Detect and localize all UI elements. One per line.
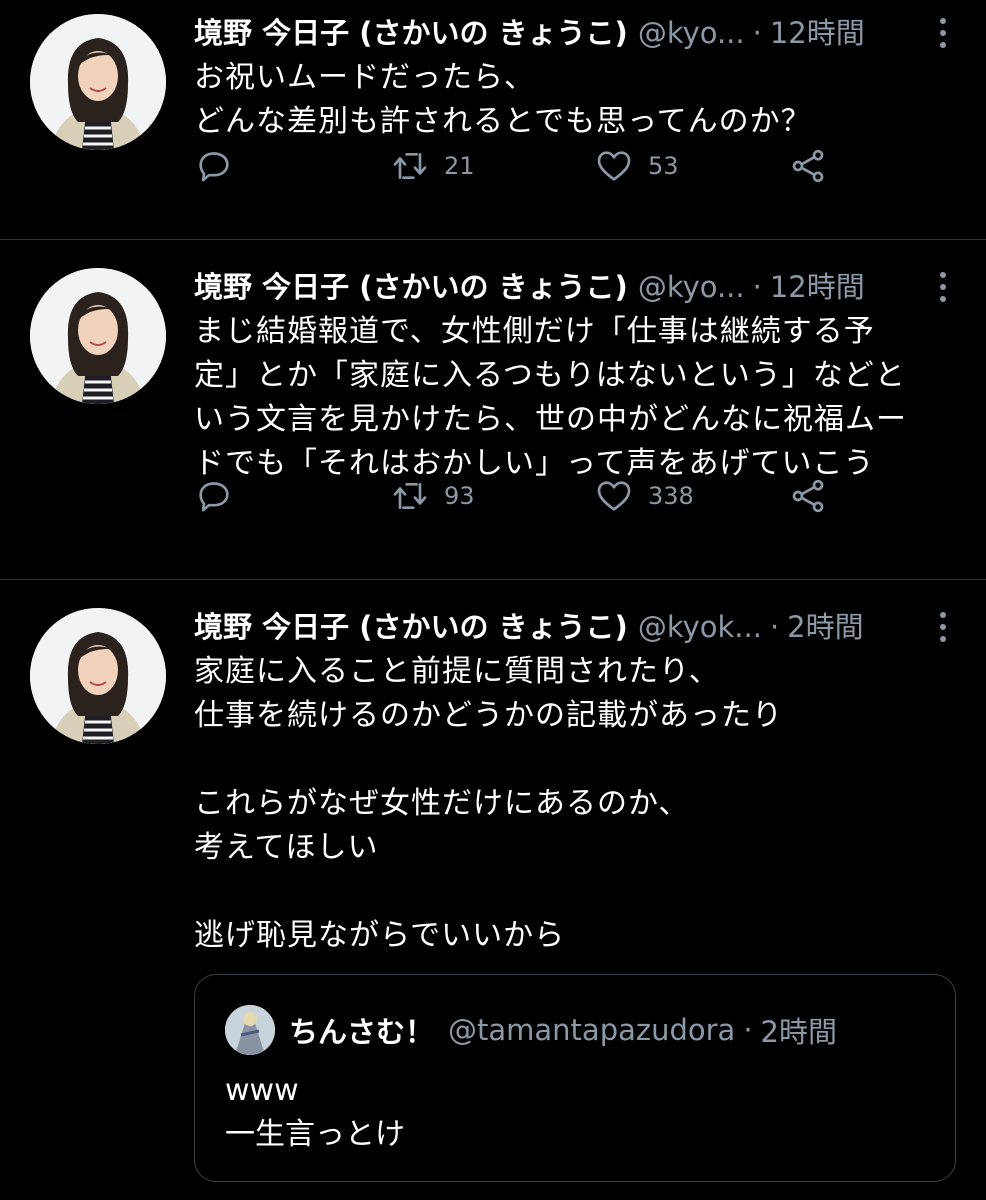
more-vertical-icon[interactable]: [938, 14, 948, 52]
avatar[interactable]: [30, 608, 166, 744]
retweet-count: 21: [444, 152, 475, 180]
timestamp[interactable]: 12時間: [770, 268, 865, 306]
author-name[interactable]: 境野 今日子 (さかいの きょうこ): [194, 268, 628, 306]
reply-button[interactable]: [194, 146, 234, 186]
quoted-author-name: ちんさむ！: [289, 1015, 435, 1049]
quoted-tweet[interactable]: ちんさむ！ @tamantapazudora · 2時間 www 一生言っとけ: [194, 974, 956, 1182]
separator: ·: [752, 16, 762, 50]
tweet-header: 境野 今日子 (さかいの きょうこ) @kyo... · 12時間: [194, 14, 986, 52]
like-button[interactable]: 53: [594, 146, 679, 186]
avatar[interactable]: [30, 268, 166, 404]
like-count: 338: [648, 482, 694, 510]
tweet[interactable]: 境野 今日子 (さかいの きょうこ) @kyo... · 12時間 まじ結婚報道…: [0, 240, 986, 580]
timestamp[interactable]: 2時間: [787, 608, 863, 646]
tweet[interactable]: 境野 今日子 (さかいの きょうこ) @kyo... · 12時間 お祝いムード…: [0, 0, 986, 240]
separator: ·: [752, 270, 762, 304]
timeline: 境野 今日子 (さかいの きょうこ) @kyo... · 12時間 お祝いムード…: [0, 0, 986, 1200]
author-handle[interactable]: @kyo...: [638, 268, 745, 306]
quoted-timestamp: 2時間: [760, 1015, 837, 1049]
separator: ·: [743, 1013, 753, 1047]
tweet-text: お祝いムードだったら、 どんな差別も許されるとでも思ってんのか？: [194, 60, 812, 139]
share-button[interactable]: [788, 476, 828, 516]
reply-icon: [199, 152, 229, 182]
quoted-avatar[interactable]: [225, 1005, 275, 1055]
reply-icon: [199, 482, 229, 512]
author-handle[interactable]: @kyok...: [638, 608, 762, 646]
tweet-text: まじ結婚報道で、女性側だけ「仕事は継続する予 定」とか「家庭に入るつもりはないと…: [194, 314, 907, 481]
share-icon: [792, 149, 824, 183]
heart-icon: [597, 151, 631, 181]
retweet-icon: [393, 153, 427, 179]
quoted-tweet-text: www 一生言っとけ: [225, 1073, 405, 1152]
tweet-body: 境野 今日子 (さかいの きょうこ) @kyok... · 2時間 家庭に入るこ…: [194, 608, 986, 1200]
timestamp[interactable]: 12時間: [770, 14, 865, 52]
tweet-header: 境野 今日子 (さかいの きょうこ) @kyok... · 2時間: [194, 608, 986, 646]
author-handle[interactable]: @kyo...: [638, 14, 745, 52]
tweet[interactable]: 境野 今日子 (さかいの きょうこ) @kyok... · 2時間 家庭に入るこ…: [0, 580, 986, 1200]
reply-button[interactable]: [194, 476, 234, 516]
quoted-tweet-header: ちんさむ！ @tamantapazudora · 2時間: [225, 1005, 925, 1055]
like-count: 53: [648, 152, 679, 180]
retweet-button[interactable]: 21: [390, 146, 475, 186]
separator: ·: [769, 610, 780, 644]
more-vertical-icon[interactable]: [938, 608, 948, 646]
share-icon: [792, 479, 824, 513]
retweet-count: 93: [444, 482, 475, 510]
tweet-header: 境野 今日子 (さかいの きょうこ) @kyo... · 12時間: [194, 268, 986, 306]
quoted-author-handle: @tamantapazudora: [448, 1013, 736, 1047]
author-name[interactable]: 境野 今日子 (さかいの きょうこ): [194, 608, 628, 646]
retweet-icon: [393, 483, 427, 509]
share-button[interactable]: [788, 146, 828, 186]
more-vertical-icon[interactable]: [938, 268, 948, 306]
retweet-button[interactable]: 93: [390, 476, 475, 516]
avatar[interactable]: [30, 14, 166, 150]
like-button[interactable]: 338: [594, 476, 694, 516]
author-name[interactable]: 境野 今日子 (さかいの きょうこ): [194, 14, 628, 52]
tweet-body: 境野 今日子 (さかいの きょうこ) @kyo... · 12時間 まじ結婚報道…: [194, 268, 986, 579]
tweet-text: 家庭に入ること前提に質問されたり、 仕事を続けるのかどうかの記載があったり これ…: [194, 654, 783, 953]
heart-icon: [597, 481, 631, 511]
tweet-body: 境野 今日子 (さかいの きょうこ) @kyo... · 12時間 お祝いムード…: [194, 14, 986, 239]
